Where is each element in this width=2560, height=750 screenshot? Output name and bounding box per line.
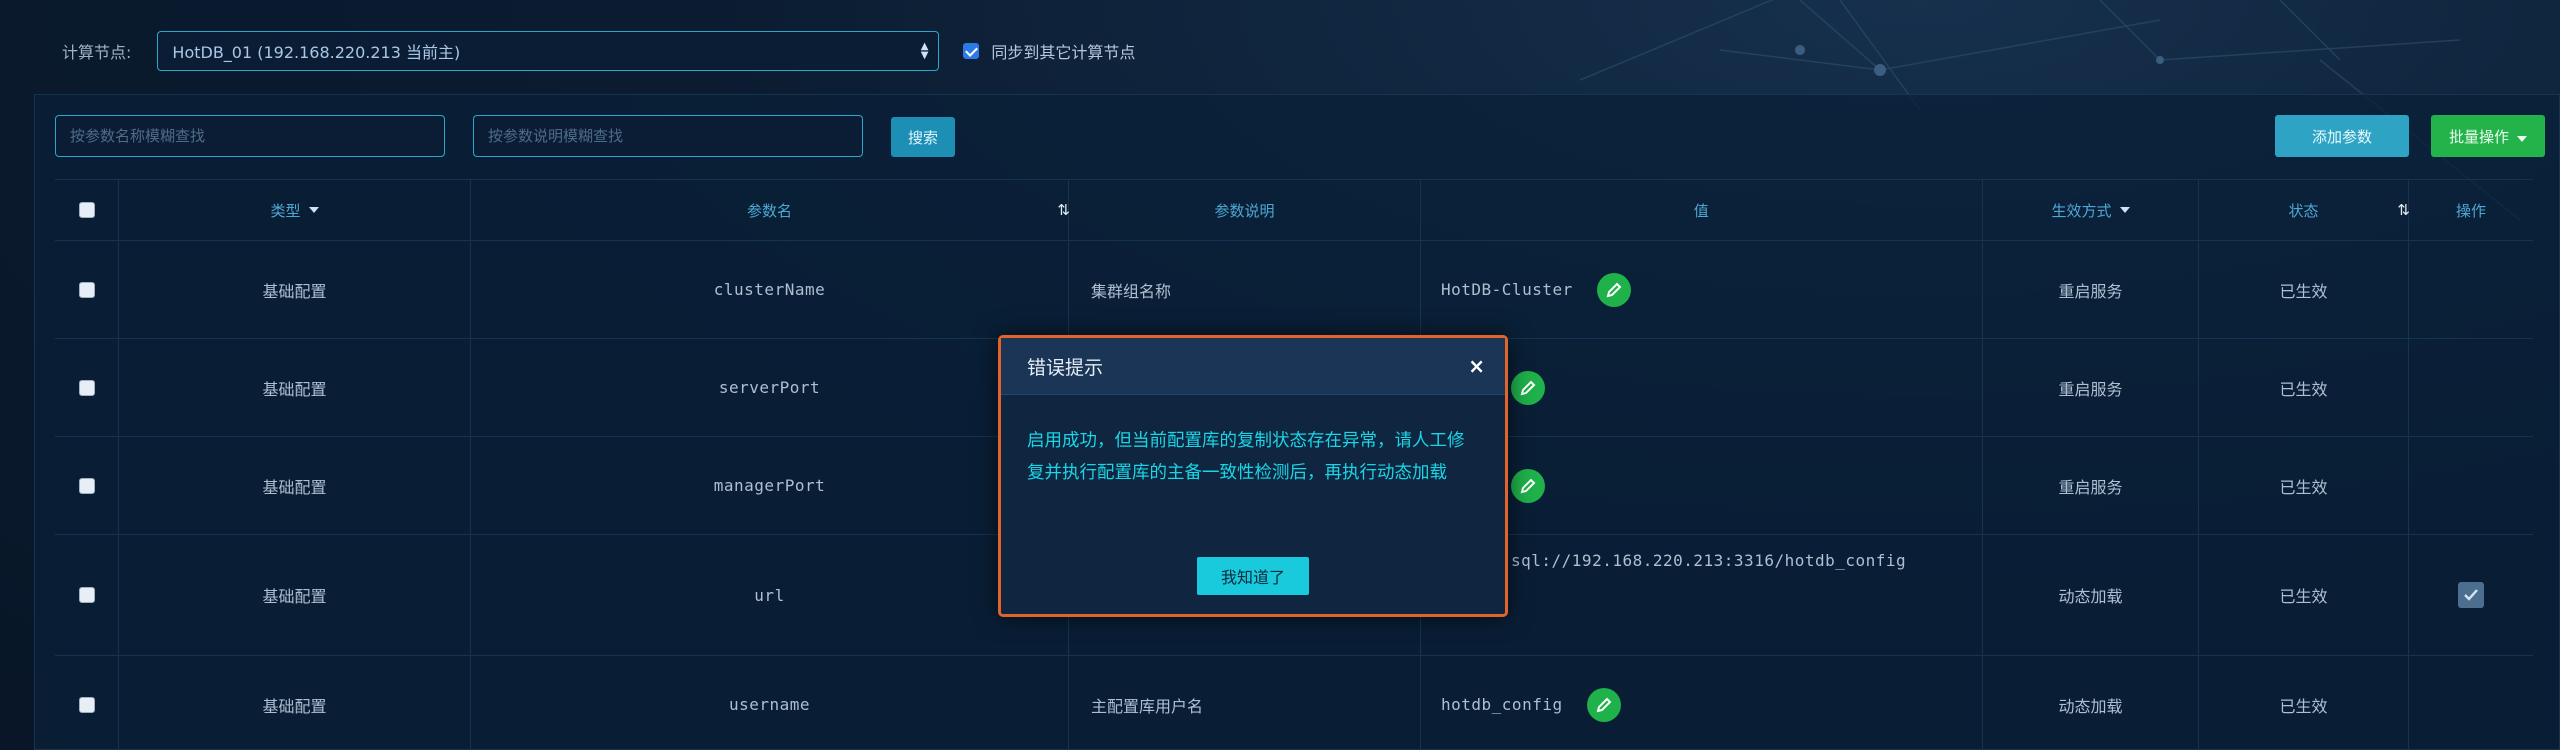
op-cell: [2409, 437, 2533, 534]
row-checkbox-cell: [55, 437, 119, 534]
header-name-label: 参数名: [746, 201, 792, 220]
search-name-input[interactable]: [55, 115, 445, 157]
table-row: 基础配置 username 主配置库用户名 hotdb_config 动态加载 …: [55, 656, 2533, 750]
effect-cell: 重启服务: [1983, 437, 2199, 534]
value-text: sql://192.168.220.213:3316/hotdb_config: [1511, 551, 1907, 570]
value-cell: hotdb_config: [1421, 656, 1983, 750]
edit-pencil-icon[interactable]: [1511, 468, 1545, 503]
sync-option[interactable]: 同步到其它计算节点: [963, 39, 1135, 63]
value-text: HotDB-Cluster: [1441, 280, 1573, 299]
header-type[interactable]: 类型: [119, 180, 471, 240]
status-cell: 已生效: [2199, 241, 2409, 338]
value-cell: HotDB-Cluster: [1421, 241, 1983, 338]
status-cell: 已生效: [2199, 535, 2409, 655]
header-checkbox-cell: [55, 180, 119, 240]
status-cell: 已生效: [2199, 656, 2409, 750]
dialog-footer: 我知道了: [1001, 557, 1505, 595]
value-text: hotdb_config: [1441, 695, 1563, 714]
header-value-label: 值: [1693, 201, 1710, 220]
status-cell: 已生效: [2199, 437, 2409, 534]
header-desc-label: 参数说明: [1214, 201, 1275, 220]
search-desc-input[interactable]: [473, 115, 863, 157]
type-cell: 基础配置: [119, 339, 471, 436]
effect-cell: 动态加载: [1983, 656, 2199, 750]
confirm-check-icon[interactable]: [2458, 582, 2484, 608]
name-cell: username: [471, 656, 1069, 750]
effect-cell: 重启服务: [1983, 241, 2199, 338]
chevron-down-icon: [2119, 207, 2130, 213]
error-dialog: 错误提示 × 启用成功，但当前配置库的复制状态存在异常，请人工修复并执行配置库的…: [998, 335, 1508, 617]
sort-icon[interactable]: ⇅: [2397, 201, 2410, 219]
sync-checkbox[interactable]: [963, 43, 980, 59]
name-cell: managerPort: [471, 437, 1069, 534]
select-all-checkbox[interactable]: [78, 202, 95, 218]
select-arrows-icon: ▲ ▼: [920, 41, 929, 61]
close-icon[interactable]: ×: [1468, 354, 1485, 378]
op-cell: [2409, 339, 2533, 436]
header-op-label: 操作: [2455, 201, 2486, 220]
row-checkbox-cell: [55, 535, 119, 655]
row-checkbox-cell: [55, 339, 119, 436]
header-status-label: 状态: [2288, 201, 2319, 220]
status-cell: 已生效: [2199, 339, 2409, 436]
add-param-button[interactable]: 添加参数: [2275, 115, 2409, 157]
node-select[interactable]: HotDB_01 (192.168.220.213 当前主) ▲ ▼: [157, 31, 940, 71]
dialog-title: 错误提示: [1027, 356, 1104, 379]
row-checkbox[interactable]: [78, 281, 95, 298]
op-cell: [2409, 535, 2533, 655]
effect-cell: 动态加载: [1983, 535, 2199, 655]
search-button[interactable]: 搜索: [891, 117, 955, 157]
chevron-down-icon: [2517, 135, 2527, 142]
batch-ops-label: 批量操作: [2448, 128, 2509, 146]
name-cell: clusterName: [471, 241, 1069, 338]
row-checkbox[interactable]: [78, 587, 95, 603]
sort-icon[interactable]: ⇅: [1057, 201, 1070, 219]
op-cell: [2409, 241, 2533, 338]
batch-ops-button[interactable]: 批量操作: [2431, 115, 2545, 157]
sync-label: 同步到其它计算节点: [991, 43, 1136, 62]
header-name: 参数名 ⇅: [471, 180, 1070, 240]
type-cell: 基础配置: [119, 241, 471, 338]
chevron-down-icon: [308, 207, 319, 213]
name-cell: serverPort: [471, 339, 1069, 436]
toolbar: 搜索 添加参数 批量操作: [55, 115, 2545, 159]
row-checkbox[interactable]: [78, 379, 95, 396]
node-select-value: HotDB_01 (192.168.220.213 当前主): [172, 43, 461, 62]
header-value: 值: [1421, 180, 1983, 240]
header-desc: 参数说明: [1069, 180, 1421, 240]
type-cell: 基础配置: [119, 437, 471, 534]
node-label: 计算节点:: [62, 43, 132, 62]
row-checkbox-cell: [55, 241, 119, 338]
edit-pencil-icon[interactable]: [1511, 370, 1545, 405]
node-bar: 计算节点: HotDB_01 (192.168.220.213 当前主) ▲ ▼ …: [62, 30, 1135, 72]
edit-pencil-icon[interactable]: [1586, 687, 1621, 722]
edit-pencil-icon[interactable]: [1596, 272, 1631, 307]
header-status: 状态 ⇅: [2199, 180, 2410, 240]
row-checkbox[interactable]: [78, 477, 95, 494]
desc-cell: 集群组名称: [1069, 241, 1421, 338]
dialog-message: 启用成功，但当前配置库的复制状态存在异常，请人工修复并执行配置库的主备一致性检测…: [1027, 431, 1465, 483]
header-effect-label: 生效方式: [2051, 201, 2112, 220]
page: 计算节点: HotDB_01 (192.168.220.213 当前主) ▲ ▼ …: [0, 0, 2560, 750]
op-cell: [2409, 656, 2533, 750]
row-checkbox-cell: [55, 656, 119, 750]
type-cell: 基础配置: [119, 535, 471, 655]
name-cell: url: [471, 535, 1069, 655]
header-type-label: 类型: [270, 201, 301, 220]
dialog-header: 错误提示 ×: [1001, 338, 1505, 395]
table-row: 基础配置 clusterName 集群组名称 HotDB-Cluster 重启服…: [55, 241, 2533, 339]
effect-cell: 重启服务: [1983, 339, 2199, 436]
type-cell: 基础配置: [119, 656, 471, 750]
desc-cell: 主配置库用户名: [1069, 656, 1421, 750]
header-op: 操作: [2409, 180, 2533, 240]
row-checkbox[interactable]: [78, 696, 95, 713]
table-header: 类型 参数名 ⇅ 参数说明 值 生效方式 状态 ⇅ 操作: [55, 179, 2533, 241]
ok-button[interactable]: 我知道了: [1197, 557, 1309, 595]
header-effect[interactable]: 生效方式: [1983, 180, 2199, 240]
